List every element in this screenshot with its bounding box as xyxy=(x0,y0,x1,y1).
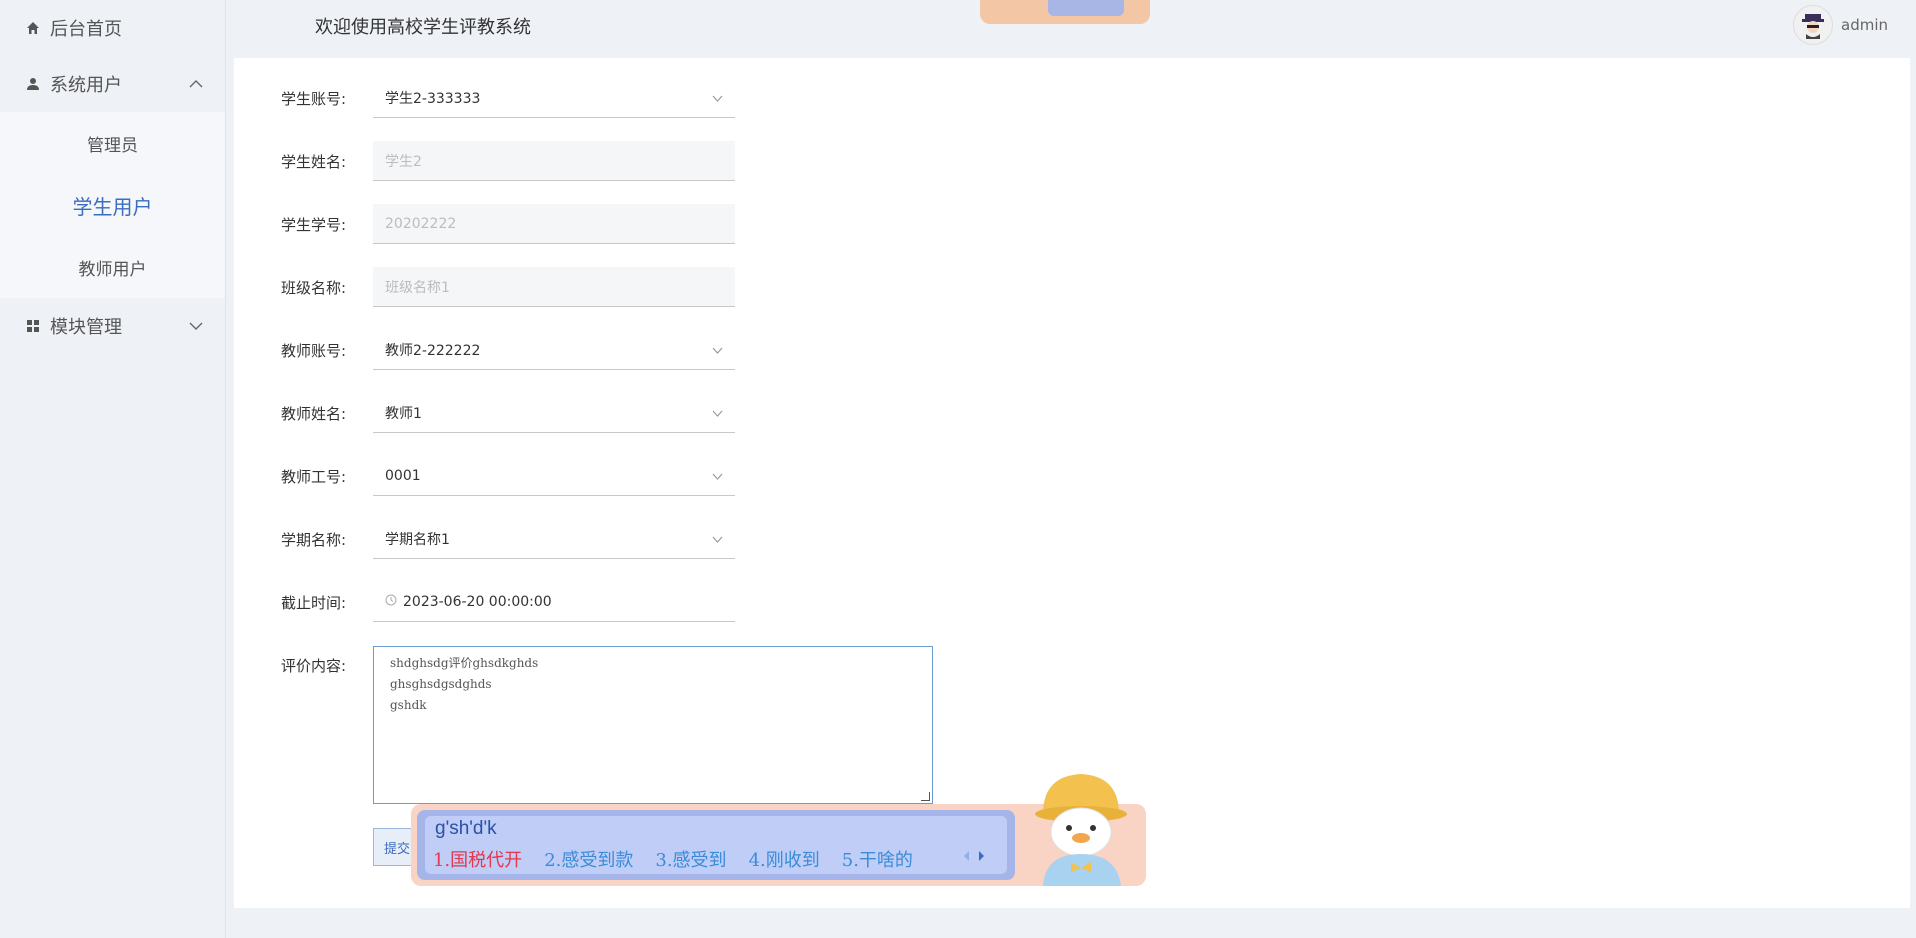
ime-candidate[interactable]: 1.国税代开 xyxy=(433,846,522,872)
sidebar: 后台首页 系统用户 管理员 学生用户 教师用户 模块管理 xyxy=(0,0,226,938)
username: admin xyxy=(1841,16,1888,34)
clock-icon xyxy=(385,594,397,610)
student-no-label: 学生学号: xyxy=(281,215,347,234)
sidebar-item-student-users[interactable]: 学生用户 xyxy=(0,174,225,236)
teacher-no-label: 教师工号: xyxy=(281,467,347,486)
chevron-down-icon xyxy=(712,469,723,483)
chevron-down-icon xyxy=(712,532,723,546)
ime-panel: g'sh'd'k 1.国税代开 2.感受到款 3.感受到 4.刚收到 5.干啥的 xyxy=(417,810,1015,880)
system-users-submenu: 管理员 学生用户 教师用户 xyxy=(0,112,225,298)
ime-page-arrows[interactable] xyxy=(963,850,985,866)
teacher-account-select[interactable]: 教师2-222222 xyxy=(373,330,735,370)
row-teacher-account: 教师账号: 教师2-222222 xyxy=(281,330,735,370)
row-evaluation: 评价内容: xyxy=(281,655,373,676)
ime-candidate-window: g'sh'd'k 1.国税代开 2.感受到款 3.感受到 4.刚收到 5.干啥的 xyxy=(411,774,1146,886)
ime-candidate[interactable]: 3.感受到 xyxy=(655,846,726,872)
sidebar-item-home[interactable]: 后台首页 xyxy=(0,0,225,56)
ime-candidate[interactable]: 5.干啥的 xyxy=(842,846,913,872)
duck-mascot-icon xyxy=(1023,758,1153,890)
row-teacher-name: 教师姓名: 教师1 xyxy=(281,393,735,433)
deadline-value: 2023-06-20 00:00:00 xyxy=(403,593,552,610)
row-student-name: 学生姓名: 学生2 xyxy=(281,141,735,181)
class-name-label: 班级名称: xyxy=(281,278,347,297)
ime-composition: g'sh'd'k xyxy=(435,818,497,839)
chevron-down-icon xyxy=(712,343,723,357)
row-student-no: 学生学号: 20202222 xyxy=(281,204,735,244)
term-name-value: 学期名称1 xyxy=(385,531,450,548)
sidebar-item-system-users[interactable]: 系统用户 xyxy=(0,56,225,112)
ime-candidate-list: 1.国税代开 2.感受到款 3.感受到 4.刚收到 5.干啥的 xyxy=(433,846,935,872)
teacher-no-select[interactable]: 0001 xyxy=(373,456,735,496)
user-menu[interactable]: admin xyxy=(1793,5,1888,45)
evaluation-line: ghsghsdgsdghds xyxy=(390,677,492,691)
home-icon xyxy=(24,19,42,37)
student-account-label: 学生账号: xyxy=(281,89,347,108)
sidebar-item-admin[interactable]: 管理员 xyxy=(0,112,225,174)
evaluation-textarea[interactable]: shdghsdg评价ghsdkghds ghsghsdgsdghds gshdk xyxy=(373,646,933,804)
deadline-datepicker[interactable]: 2023-06-20 00:00:00 xyxy=(373,582,735,622)
ime-inner: g'sh'd'k 1.国税代开 2.感受到款 3.感受到 4.刚收到 5.干啥的 xyxy=(425,816,1007,874)
student-name-field: 学生2 xyxy=(373,141,735,181)
row-student-account: 学生账号: 学生2-333333 xyxy=(281,78,735,118)
student-account-select[interactable]: 学生2-333333 xyxy=(373,78,735,118)
ime-toolbar-decoration xyxy=(1048,0,1124,16)
evaluation-line: gshdk xyxy=(390,698,427,712)
chevron-up-icon xyxy=(189,76,203,92)
chevron-down-icon xyxy=(712,406,723,420)
class-name-field: 班级名称1 xyxy=(373,267,735,307)
student-name-value: 学生2 xyxy=(385,153,422,170)
ime-candidate[interactable]: 2.感受到款 xyxy=(544,846,633,872)
sidebar-item-home-label: 后台首页 xyxy=(50,19,122,40)
term-name-select[interactable]: 学期名称1 xyxy=(373,519,735,559)
row-deadline: 截止时间: 2023-06-20 00:00:00 xyxy=(281,582,735,622)
sidebar-item-system-users-label: 系统用户 xyxy=(50,75,122,96)
evaluation-line: shdghsdg评价ghsdkghds xyxy=(390,656,539,670)
ime-skin-decoration-top xyxy=(980,0,1150,24)
avatar[interactable] xyxy=(1793,5,1833,45)
term-name-label: 学期名称: xyxy=(281,530,347,549)
student-name-label: 学生姓名: xyxy=(281,152,347,171)
teacher-no-value: 0001 xyxy=(385,467,421,484)
chevron-down-icon xyxy=(189,318,203,334)
sidebar-item-teacher-users[interactable]: 教师用户 xyxy=(0,236,225,298)
page-title: 欢迎使用高校学生评教系统 xyxy=(315,17,531,38)
teacher-account-value: 教师2-222222 xyxy=(385,342,481,359)
student-account-value: 学生2-333333 xyxy=(385,90,481,107)
teacher-name-select[interactable]: 教师1 xyxy=(373,393,735,433)
student-no-field: 20202222 xyxy=(373,204,735,244)
row-teacher-no: 教师工号: 0001 xyxy=(281,456,735,496)
grid-icon xyxy=(24,317,42,335)
student-no-value: 20202222 xyxy=(385,215,457,232)
deadline-label: 截止时间: xyxy=(281,593,347,612)
row-class-name: 班级名称: 班级名称1 xyxy=(281,267,735,307)
teacher-name-value: 教师1 xyxy=(385,405,422,422)
user-icon xyxy=(24,75,42,93)
row-term-name: 学期名称: 学期名称1 xyxy=(281,519,735,559)
teacher-name-label: 教师姓名: xyxy=(281,404,347,423)
ime-candidate[interactable]: 4.刚收到 xyxy=(749,846,820,872)
sidebar-item-modules[interactable]: 模块管理 xyxy=(0,298,225,354)
class-name-value: 班级名称1 xyxy=(385,279,450,296)
evaluation-label: 评价内容: xyxy=(281,657,347,675)
teacher-account-label: 教师账号: xyxy=(281,341,347,360)
sidebar-item-modules-label: 模块管理 xyxy=(50,317,122,338)
resize-handle[interactable] xyxy=(921,792,930,801)
chevron-down-icon xyxy=(712,91,723,105)
